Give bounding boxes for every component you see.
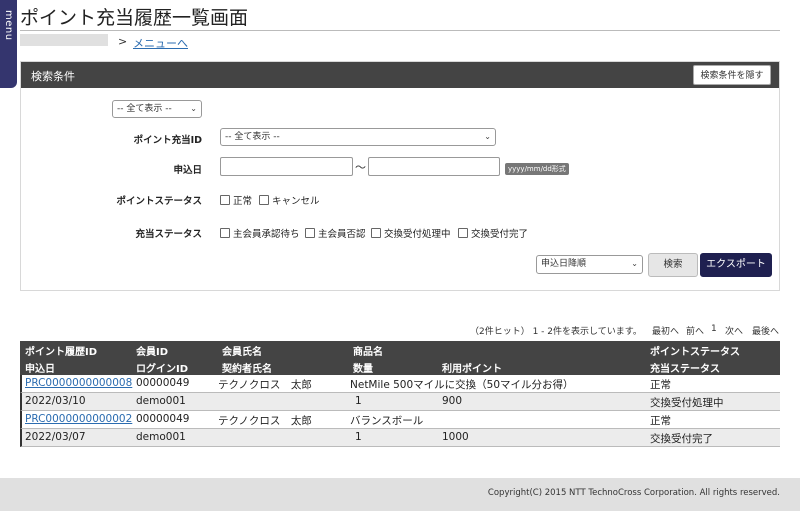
apply-status: 交換受付完了 (650, 433, 713, 445)
col-header: ログインID (136, 364, 189, 375)
checkbox-label: 交換受付処理中 (384, 229, 451, 240)
member-name: テクノクロス 太郎 (218, 415, 312, 427)
checkbox-label: 正常 (233, 196, 253, 207)
col-header: 充当ステータス (650, 364, 720, 375)
used-points: 1000 (442, 431, 469, 443)
product-name: バランスボール (350, 415, 424, 427)
chevron-down-icon: ⌄ (484, 132, 491, 141)
used-points: 900 (442, 395, 463, 407)
apply-status-processing-checkbox[interactable]: 交換受付処理中 (371, 226, 451, 240)
apply-date-label: 申込日 (173, 165, 202, 176)
page-footer: Copyright(C) 2015 NTT TechnoCross Corpor… (0, 478, 800, 511)
col-header: ポイント履歴ID (25, 347, 98, 358)
col-header: ポイントステータス (650, 347, 740, 358)
pager-first[interactable]: 最初へ (652, 324, 679, 337)
apply-status-label: 充当ステータス (135, 229, 202, 240)
point-status-cancel-checkbox[interactable]: キャンセル (259, 193, 320, 207)
search-panel-title: 検索条件 (31, 70, 75, 83)
pager-next[interactable]: 次へ (725, 324, 743, 337)
hit-count-info: （2件ヒット） 1 - 2件を表示しています。 (470, 327, 642, 337)
checkbox-label: 主会員承認待ち (233, 229, 300, 240)
col-header: 利用ポイント (442, 364, 502, 375)
point-status: 正常 (650, 415, 671, 427)
copyright-text: Copyright(C) 2015 NTT TechnoCross Corpor… (487, 488, 780, 498)
col-header: 会員氏名 (222, 347, 262, 358)
sort-order-select[interactable]: 申込日降順 ⌄ (536, 255, 643, 274)
login-id: demo001 (136, 431, 186, 443)
checkbox-label: 交換受付完了 (471, 229, 529, 240)
apply-status: 交換受付処理中 (650, 397, 724, 409)
checkbox-label: キャンセル (272, 196, 320, 207)
title-divider (20, 30, 780, 31)
sort-order-select-value: 申込日降順 (541, 259, 587, 269)
pager-current-page: 1 (711, 324, 717, 334)
date-format-hint: yyyy/mm/dd形式 (505, 163, 569, 175)
apply-date: 2022/03/10 (25, 395, 86, 407)
results-table-header: ポイント履歴ID 会員ID 会員氏名 商品名 ポイントステータス 申込日 ログイ… (20, 341, 780, 375)
point-id-label: ポイント充当ID (133, 135, 202, 146)
apply-date-from-input[interactable] (220, 157, 353, 176)
pager-last[interactable]: 最後へ (752, 324, 779, 337)
point-status-label: ポイントステータス (116, 196, 202, 207)
point-status-normal-checkbox[interactable]: 正常 (220, 193, 252, 207)
record-id-link[interactable]: PRC0000000000008 (25, 377, 132, 389)
chevron-down-icon: ⌄ (190, 104, 197, 113)
filter-select-value: -- 全て表示 -- (117, 104, 172, 114)
date-range-tilde: 〜 (355, 161, 366, 174)
col-header: 会員ID (136, 347, 169, 358)
table-row: PRC0000000000002 00000049 テクノクロス 太郎 バランス… (20, 411, 780, 429)
quantity: 1 (355, 395, 362, 407)
breadcrumb-placeholder (20, 34, 108, 46)
table-row: 2022/03/07 demo001 1 1000 交換受付完了 (20, 429, 780, 447)
menu-tab-label: menu (3, 10, 14, 41)
apply-date: 2022/03/07 (25, 431, 86, 443)
member-name: テクノクロス 太郎 (218, 379, 312, 391)
chevron-down-icon: ⌄ (631, 259, 638, 268)
search-button[interactable]: 検索 (648, 253, 698, 277)
member-id: 00000049 (136, 413, 190, 425)
filter-select[interactable]: -- 全て表示 -- ⌄ (112, 100, 202, 118)
product-name: NetMile 500マイルに交換（50マイル分お得） (350, 379, 574, 391)
member-id: 00000049 (136, 377, 190, 389)
search-panel-header: 検索条件 検索条件を隠す (21, 62, 779, 88)
breadcrumb-menu-link[interactable]: メニューへ (133, 35, 188, 51)
table-row: PRC0000000000008 00000049 テクノクロス 太郎 NetM… (20, 375, 780, 393)
apply-status-pending-checkbox[interactable]: 主会員承認待ち (220, 226, 300, 240)
col-header: 数量 (353, 364, 373, 375)
login-id: demo001 (136, 395, 186, 407)
quantity: 1 (355, 431, 362, 443)
hide-search-button[interactable]: 検索条件を隠す (693, 65, 771, 85)
col-header: 契約者氏名 (222, 364, 272, 375)
apply-status-rejected-checkbox[interactable]: 主会員否認 (305, 226, 366, 240)
pager-prev[interactable]: 前へ (686, 324, 704, 337)
page-title: ポイント充当履歴一覧画面 (20, 7, 249, 29)
menu-tab[interactable]: menu (0, 0, 17, 88)
apply-date-to-input[interactable] (368, 157, 500, 176)
checkbox-label: 主会員否認 (318, 229, 366, 240)
breadcrumb-separator: > (118, 35, 128, 48)
point-id-select[interactable]: -- 全て表示 -- ⌄ (220, 128, 496, 146)
col-header: 申込日 (25, 364, 55, 375)
export-button[interactable]: エクスポート (700, 253, 772, 277)
record-id-link[interactable]: PRC0000000000002 (25, 413, 132, 425)
point-id-select-value: -- 全て表示 -- (225, 132, 280, 142)
col-header: 商品名 (353, 347, 383, 358)
table-row: 2022/03/10 demo001 1 900 交換受付処理中 (20, 393, 780, 411)
point-status: 正常 (650, 379, 671, 391)
apply-status-complete-checkbox[interactable]: 交換受付完了 (458, 226, 528, 240)
